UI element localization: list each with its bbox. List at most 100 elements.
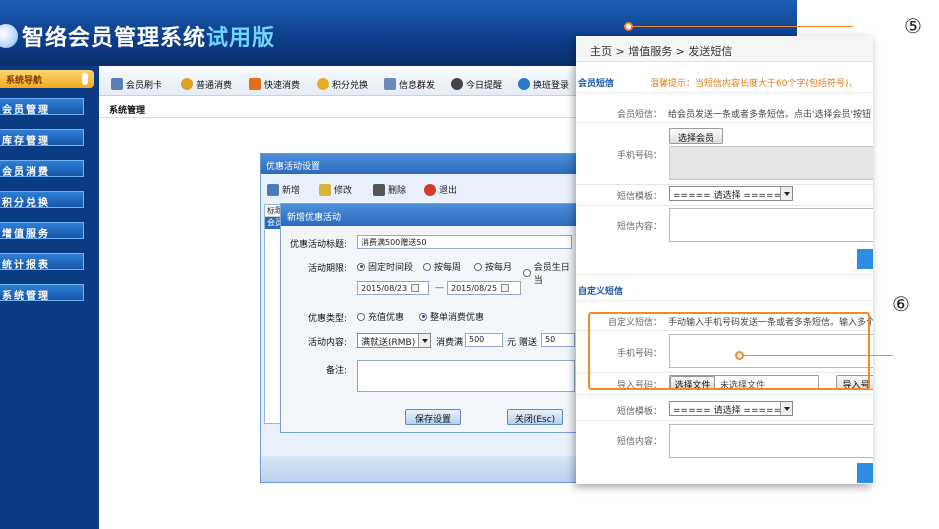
- breadcrumb: 主页 > 增值服务 > 发送短信: [576, 36, 873, 62]
- callout-line-6: [744, 355, 893, 356]
- sidebar-toggle-icon[interactable]: [82, 73, 88, 85]
- remark-textarea[interactable]: [357, 360, 575, 392]
- card-swipe-button[interactable]: 会员刷卡: [111, 77, 162, 91]
- gift-input[interactable]: 50: [541, 333, 575, 347]
- add-button[interactable]: 新增: [267, 183, 300, 196]
- radio-icon: [357, 312, 365, 321]
- today-reminder-button[interactable]: 今日提醒: [451, 77, 502, 91]
- toolbar-label: 换班登录: [533, 80, 570, 91]
- tool-label: 删除: [388, 186, 407, 196]
- type-recharge-radio[interactable]: 充值优惠: [357, 310, 404, 323]
- template-label: 短信模板：: [616, 192, 662, 202]
- divider: [576, 205, 873, 206]
- radio-label: 固定时间段: [368, 263, 414, 273]
- new-activity-dialog: 新增优惠活动 优惠活动标题: 消费满500赠送50 活动期限: 固定时间段 按每…: [280, 203, 578, 433]
- custom-sms-content-textarea[interactable]: [669, 424, 873, 458]
- points-exchange-button[interactable]: 积分兑换: [317, 77, 368, 91]
- edit-button[interactable]: 修改: [319, 183, 352, 196]
- clock-icon: [451, 78, 463, 90]
- custom-sms-section-title: 自定义短信: [578, 287, 624, 297]
- custom-template-select[interactable]: ===== 请选择 =====: [669, 401, 793, 416]
- add-icon: [267, 183, 279, 196]
- exit-icon: [424, 183, 436, 196]
- period-fixed-radio[interactable]: 固定时间段: [357, 260, 413, 273]
- type-order-radio[interactable]: 整单消费优惠: [419, 310, 484, 323]
- period-monthly-radio[interactable]: 按每月: [474, 260, 512, 273]
- sidebar-item-value-added[interactable]: 增值服务: [0, 222, 84, 240]
- sidebar-head[interactable]: 系统导航: [0, 70, 94, 88]
- toolbar-label: 今日提醒: [466, 80, 503, 91]
- content-label: 短信内容：: [616, 222, 662, 232]
- breadcrumb-text: 主页 > 增值服务 > 发送短信: [590, 45, 733, 58]
- activity-title-input[interactable]: 消费满500赠送50: [357, 235, 572, 249]
- date-to-input[interactable]: 2015/08/25: [447, 281, 521, 295]
- callout-number-6: ⑥: [892, 292, 910, 316]
- period-birthday-radio[interactable]: 会员生日当: [523, 260, 577, 286]
- gift-icon: [317, 78, 329, 90]
- calendar-icon[interactable]: [411, 284, 420, 292]
- exit-button[interactable]: 退出: [424, 183, 457, 196]
- sidebar-item-label: 统计报表: [2, 260, 50, 271]
- coin-icon: [181, 78, 193, 90]
- divider: [576, 394, 873, 395]
- sidebar-item-reports[interactable]: 统计报表: [0, 253, 84, 271]
- period-weekly-radio[interactable]: 按每周: [423, 260, 461, 273]
- divider: [576, 184, 873, 185]
- sidebar-item-member[interactable]: 会员管理: [0, 98, 84, 116]
- date-from-input[interactable]: 2015/08/23: [357, 281, 429, 295]
- radio-label: 会员生日当: [533, 263, 570, 286]
- sidebar-item-label: 库存管理: [2, 136, 50, 147]
- phone-label: 手机号码：: [616, 151, 662, 161]
- callout-line-5: [633, 26, 853, 27]
- toolbar-label: 会员刷卡: [126, 80, 163, 91]
- save-settings-button[interactable]: 保存设置: [405, 409, 461, 425]
- delete-button[interactable]: 删除: [373, 183, 406, 196]
- toolbar-label: 普通消费: [196, 80, 233, 91]
- tool-label: 退出: [439, 186, 458, 196]
- close-button[interactable]: 关闭(Esc): [507, 409, 563, 425]
- sms-panel: 主页 > 增值服务 > 发送短信 会员短信 温馨提示：当短信内容长度大于60个字…: [576, 36, 873, 484]
- divider: [576, 274, 873, 275]
- edit-icon: [319, 183, 331, 196]
- radio-label: 按每月: [485, 263, 513, 273]
- member-sms-label: 会员短信：: [616, 110, 662, 120]
- sidebar-item-label: 增值服务: [2, 229, 50, 240]
- quick-consume-button[interactable]: 快速消费: [249, 77, 300, 91]
- remark-label: 备注:: [325, 366, 347, 376]
- mass-message-button[interactable]: 信息群发: [384, 77, 435, 91]
- normal-consume-button[interactable]: 普通消费: [181, 77, 232, 91]
- sidebar-item-inventory[interactable]: 库存管理: [0, 129, 84, 147]
- sidebar-item-system[interactable]: 系统管理: [0, 284, 84, 302]
- template-select[interactable]: ===== 请选择 =====: [669, 186, 793, 201]
- sidebar-item-points[interactable]: 积分兑换: [0, 191, 84, 209]
- calendar-icon[interactable]: [501, 284, 510, 292]
- select-member-button[interactable]: 选择会员: [669, 128, 723, 144]
- content-select[interactable]: 满就送(RMB): [357, 333, 431, 348]
- content-label: 活动内容:: [307, 338, 347, 348]
- card-icon: [111, 78, 123, 90]
- shift-login-button[interactable]: 换班登录: [518, 77, 569, 91]
- date-from-value: 2015/08/23: [361, 283, 408, 293]
- date-separator: —: [435, 283, 444, 293]
- sidebar-item-label: 系统管理: [2, 291, 50, 302]
- warm-tip: 温馨提示：当短信内容长度大于60个字(包括符号)，: [650, 79, 858, 89]
- date-to-value: 2015/08/25: [451, 283, 498, 293]
- sms-content-textarea[interactable]: [669, 208, 873, 242]
- callout-number-5: ⑤: [904, 14, 922, 38]
- radio-label: 充值优惠: [368, 313, 405, 323]
- send-button[interactable]: [857, 249, 873, 269]
- member-sms-desc: 给会员发送一条或者多条短信。点击'选择会员'按钮: [668, 110, 871, 120]
- member-phone-box[interactable]: [669, 146, 873, 180]
- custom-send-button[interactable]: [857, 463, 873, 483]
- type-label: 优惠类型:: [307, 314, 347, 324]
- section-title: 系统管理: [109, 106, 146, 116]
- spend-label: 消费满: [436, 338, 464, 348]
- sidebar-item-consume[interactable]: 会员消费: [0, 160, 84, 178]
- tool-label: 修改: [334, 186, 353, 196]
- period-label: 活动期限:: [307, 264, 347, 274]
- spend-input[interactable]: 500: [465, 333, 503, 347]
- callout-dot-6: [735, 351, 744, 360]
- radio-label: 整单消费优惠: [430, 313, 485, 323]
- app-title-text: 智络会员管理系统: [22, 26, 207, 51]
- radio-label: 按每周: [434, 263, 462, 273]
